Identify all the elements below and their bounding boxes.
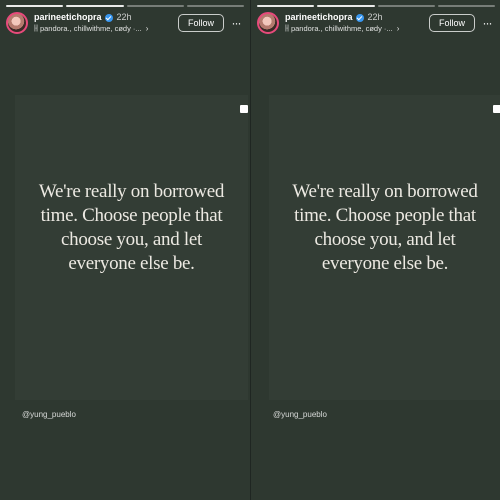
chevron-right-icon: › xyxy=(396,24,400,33)
progress-segment xyxy=(377,5,435,7)
username[interactable]: parineetichopra xyxy=(285,12,353,23)
story-header: parineetichopra 22h |·| pandora., chillw… xyxy=(6,10,244,36)
progress-segment xyxy=(6,5,64,7)
avatar[interactable] xyxy=(257,12,279,34)
story-panel-left[interactable]: parineetichopra 22h |·| pandora., chillw… xyxy=(0,0,250,500)
music-info[interactable]: |·| pandora., chillwithme, cødy ·... › xyxy=(34,24,172,34)
credit-mention[interactable]: @yung_pueblo xyxy=(22,410,76,419)
credit-mention[interactable]: @yung_pueblo xyxy=(273,410,327,419)
follow-button[interactable]: Follow xyxy=(177,14,224,32)
story-meta: parineetichopra 22h |·| pandora., chillw… xyxy=(285,12,423,34)
sticker-corner-icon xyxy=(240,105,248,113)
quote-card: We're really on borrowed time. Choose pe… xyxy=(15,95,248,400)
story-panel-right[interactable]: parineetichopra 22h |·| pandora., chillw… xyxy=(250,0,500,500)
sticker-corner-icon xyxy=(493,105,500,113)
music-title: pandora., chillwithme, cødy ·... xyxy=(39,24,142,33)
music-note-icon: |·| xyxy=(285,25,289,32)
post-time: 22h xyxy=(367,12,383,22)
quote-card: We're really on borrowed time. Choose pe… xyxy=(269,95,500,400)
music-info[interactable]: |·| pandora., chillwithme, cødy ·... › xyxy=(285,24,423,34)
progress-segment xyxy=(126,5,184,7)
chevron-right-icon: › xyxy=(145,24,149,33)
story-header: parineetichopra 22h |·| pandora., chillw… xyxy=(257,10,495,36)
verified-badge-icon xyxy=(104,13,113,22)
more-options-icon[interactable]: ··· xyxy=(228,17,244,29)
username[interactable]: parineetichopra xyxy=(34,12,102,23)
progress-segment xyxy=(437,5,495,7)
progress-segment xyxy=(257,5,315,7)
music-title: pandora., chillwithme, cødy ·... xyxy=(290,24,393,33)
verified-badge-icon xyxy=(355,13,364,22)
avatar[interactable] xyxy=(6,12,28,34)
progress-segment xyxy=(66,5,124,7)
follow-button[interactable]: Follow xyxy=(428,14,475,32)
quote-text: We're really on borrowed time. Choose pe… xyxy=(38,181,225,274)
story-meta: parineetichopra 22h |·| pandora., chillw… xyxy=(34,12,172,34)
story-progress-bar xyxy=(257,5,495,7)
post-time: 22h xyxy=(116,12,132,22)
music-note-icon: |·| xyxy=(34,25,38,32)
progress-segment xyxy=(317,5,375,7)
progress-segment xyxy=(186,5,244,7)
more-options-icon[interactable]: ··· xyxy=(479,17,495,29)
quote-text: We're really on borrowed time. Choose pe… xyxy=(292,181,478,274)
story-progress-bar xyxy=(6,5,244,7)
